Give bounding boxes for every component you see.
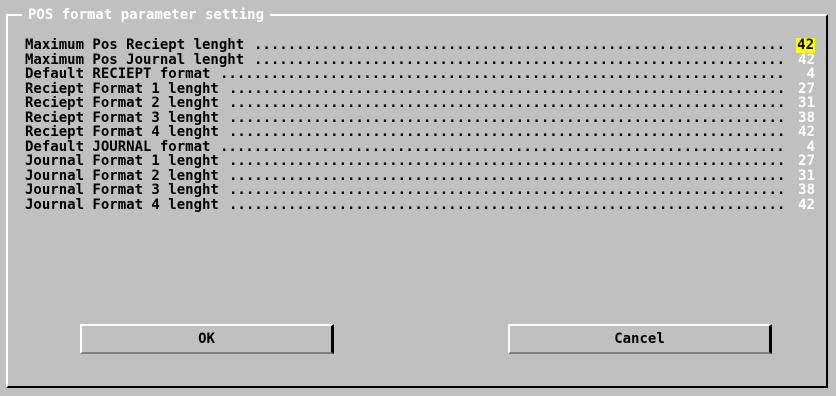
parameter-row-journal-format-4[interactable]: Journal Format 4 lenght ................… bbox=[25, 198, 815, 213]
pos-format-dialog: POS format parameter setting Maximum Pos… bbox=[0, 0, 836, 396]
parameter-label: Journal Format 3 lenght bbox=[25, 183, 219, 198]
parameter-row-max-journal[interactable]: Maximum Pos Journal lenght .............… bbox=[25, 53, 815, 68]
parameter-label: Default RECIEPT format bbox=[25, 67, 211, 82]
parameter-value-field[interactable]: 42 bbox=[787, 125, 815, 140]
dot-leader: ........................................… bbox=[220, 67, 785, 82]
parameter-label: Reciept Format 4 lenght bbox=[25, 125, 219, 140]
dot-leader: ........................................… bbox=[229, 81, 785, 96]
dot-leader: ........................................… bbox=[254, 52, 785, 67]
parameter-value-field[interactable]: 31 bbox=[787, 96, 815, 111]
parameter-value-field[interactable]: 31 bbox=[787, 169, 815, 184]
parameter-row-journal-format-2[interactable]: Journal Format 2 lenght ................… bbox=[25, 169, 815, 184]
dot-leader: ........................................… bbox=[229, 197, 785, 212]
parameter-row-default-reciept-format[interactable]: Default RECIEPT format .................… bbox=[25, 67, 815, 82]
parameter-value-field[interactable]: 42 bbox=[787, 53, 815, 68]
parameter-row-reciept-format-2[interactable]: Reciept Format 2 lenght ................… bbox=[25, 96, 815, 111]
dot-leader: ........................................… bbox=[229, 168, 785, 183]
parameter-label: Journal Format 1 lenght bbox=[25, 154, 219, 169]
parameter-value-field[interactable]: 42 bbox=[787, 198, 815, 213]
parameter-row-reciept-format-4[interactable]: Reciept Format 4 lenght ................… bbox=[25, 125, 815, 140]
parameter-label: Maximum Pos Reciept lenght bbox=[25, 38, 245, 53]
dot-leader: ........................................… bbox=[229, 96, 785, 111]
parameter-value-field[interactable]: 42 bbox=[796, 38, 815, 53]
parameter-value-field[interactable]: 27 bbox=[787, 154, 815, 169]
cancel-button[interactable]: Cancel bbox=[508, 324, 772, 354]
parameter-label: Reciept Format 2 lenght bbox=[25, 96, 219, 111]
parameter-value-field[interactable]: 38 bbox=[787, 111, 815, 126]
dot-leader: ........................................… bbox=[254, 38, 785, 53]
parameter-list: Maximum Pos Reciept lenght .............… bbox=[25, 38, 815, 212]
dot-leader: ........................................… bbox=[229, 110, 785, 125]
parameter-label: Journal Format 4 lenght bbox=[25, 197, 219, 212]
parameter-row-journal-format-3[interactable]: Journal Format 3 lenght ................… bbox=[25, 183, 815, 198]
parameter-row-reciept-format-1[interactable]: Reciept Format 1 lenght ................… bbox=[25, 82, 815, 97]
parameter-label: Maximum Pos Journal lenght bbox=[25, 52, 245, 67]
dot-leader: ........................................… bbox=[229, 154, 785, 169]
parameter-row-default-journal-format[interactable]: Default JOURNAL format .................… bbox=[25, 140, 815, 155]
parameter-value-field[interactable]: 4 bbox=[787, 140, 815, 155]
dot-leader: ........................................… bbox=[220, 139, 785, 154]
parameter-label: Journal Format 2 lenght bbox=[25, 168, 219, 183]
parameter-value-field[interactable]: 38 bbox=[787, 183, 815, 198]
parameter-row-reciept-format-3[interactable]: Reciept Format 3 lenght ................… bbox=[25, 111, 815, 126]
parameter-label: Default JOURNAL format bbox=[25, 139, 211, 154]
parameter-value-field[interactable]: 27 bbox=[787, 82, 815, 97]
dot-leader: ........................................… bbox=[229, 183, 785, 198]
parameter-label: Reciept Format 3 lenght bbox=[25, 110, 219, 125]
dot-leader: ........................................… bbox=[229, 125, 785, 140]
ok-button[interactable]: OK bbox=[80, 324, 334, 354]
parameter-value-field[interactable]: 4 bbox=[787, 67, 815, 82]
parameter-label: Reciept Format 1 lenght bbox=[25, 81, 219, 96]
dialog-title: POS format parameter setting bbox=[22, 6, 271, 24]
parameter-row-max-reciept[interactable]: Maximum Pos Reciept lenght .............… bbox=[25, 38, 815, 53]
parameter-row-journal-format-1[interactable]: Journal Format 1 lenght ................… bbox=[25, 154, 815, 169]
